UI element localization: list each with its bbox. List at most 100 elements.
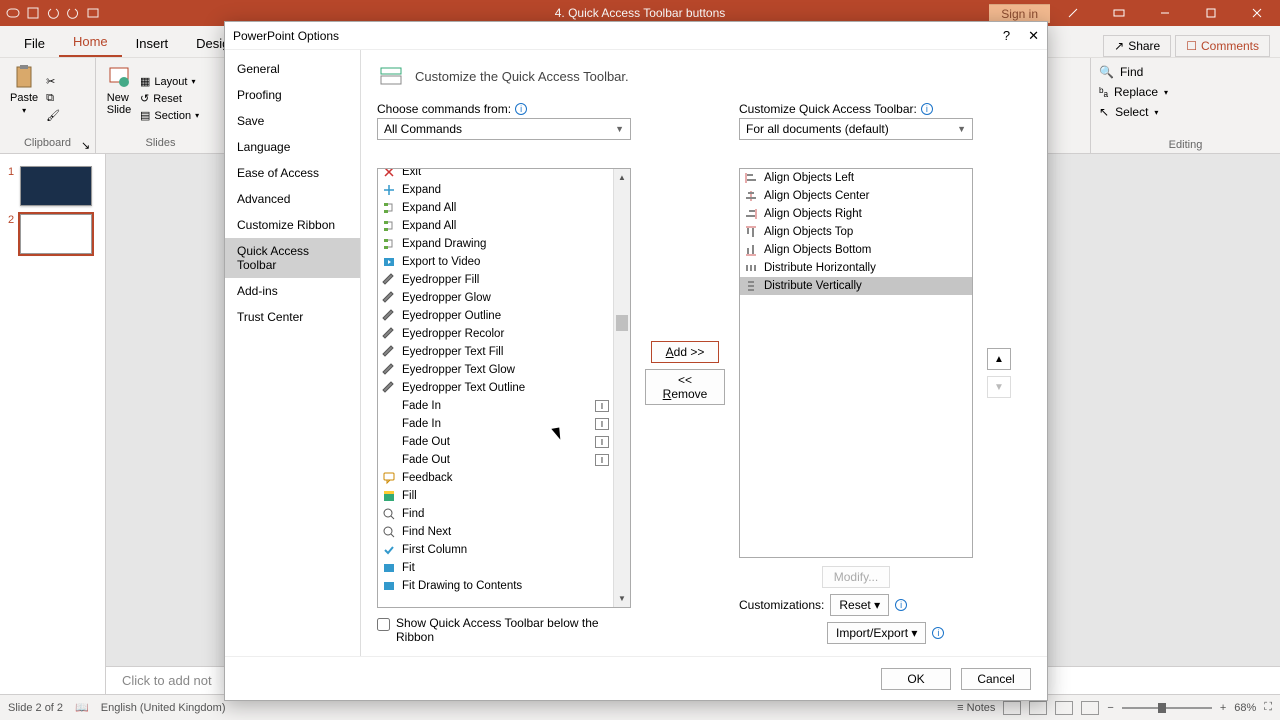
dialog-nav-item[interactable]: Trust Center [225,304,360,330]
choose-commands-label: Choose commands from: [377,102,511,116]
blank-icon [382,399,396,413]
options-dialog: PowerPoint Options ? ✕ GeneralProofingSa… [224,21,1048,701]
scroll-down-button[interactable]: ▼ [614,590,630,607]
dv-icon [744,279,758,293]
command-list-item[interactable]: Eyedropper Text Glow [378,361,613,379]
info-icon[interactable]: i [932,627,944,639]
show-below-ribbon-checkbox[interactable] [377,618,390,631]
check-icon [382,543,396,557]
blank-icon [382,453,396,467]
command-list-item[interactable]: Eyedropper Fill [378,271,613,289]
chevron-down-icon: ▼ [957,124,966,134]
info-icon[interactable]: i [895,599,907,611]
fit-icon [382,561,396,575]
command-list-item[interactable]: Eyedropper Glow [378,289,613,307]
move-down-button: ▼ [987,376,1011,398]
ac-icon [744,189,758,203]
customizations-label: Customizations: [739,598,824,612]
pen-icon [382,309,396,323]
qat-list-item[interactable]: Align Objects Bottom [740,241,972,259]
dialog-nav-item[interactable]: Quick Access Toolbar [225,238,360,278]
command-list-item[interactable]: Eyedropper Recolor [378,325,613,343]
command-list-item[interactable]: Expand All [378,217,613,235]
command-list-item[interactable]: Fade OutI [378,433,613,451]
dialog-nav-item[interactable]: Customize Ribbon [225,212,360,238]
scroll-up-button[interactable]: ▲ [614,169,630,186]
help-button[interactable]: ? [1003,28,1010,44]
command-list-item[interactable]: Fill [378,487,613,505]
pen-icon [382,273,396,287]
import-export-dropdown[interactable]: Import/Export ▾ [827,622,926,644]
command-list-item[interactable]: Export to Video [378,253,613,271]
command-list-item[interactable]: Feedback [378,469,613,487]
dialog-header: Customize the Quick Access Toolbar. [415,69,629,84]
fit-icon [382,579,396,593]
dh-icon [744,261,758,275]
video-icon [382,255,396,269]
commands-listbox[interactable]: ExitExpandExpand AllExpand AllExpand Dra… [377,168,631,608]
cancel-button[interactable]: Cancel [961,668,1031,690]
scroll-thumb[interactable] [616,315,628,331]
chat-icon [382,471,396,485]
command-list-item[interactable]: Fade InI [378,415,613,433]
qat-list-item[interactable]: Align Objects Left [740,169,972,187]
blank-icon [382,417,396,431]
al-icon [744,171,758,185]
command-list-item[interactable]: Fade InI [378,397,613,415]
command-list-item[interactable]: First Column [378,541,613,559]
dialog-nav-item[interactable]: Advanced [225,186,360,212]
qat-list-item[interactable]: Align Objects Center [740,187,972,205]
customize-qat-label: Customize Quick Access Toolbar: [739,102,917,116]
ab-icon [744,243,758,257]
dialog-footer: OK Cancel [225,656,1047,700]
tree-icon [382,237,396,251]
dialog-nav-item[interactable]: Save [225,108,360,134]
command-list-item[interactable]: Fit [378,559,613,577]
qat-list-item[interactable]: Align Objects Right [740,205,972,223]
ar-icon [744,207,758,221]
command-list-item[interactable]: Eyedropper Text Fill [378,343,613,361]
choose-commands-dropdown[interactable]: All Commands▼ [377,118,631,140]
qat-listbox[interactable]: Align Objects LeftAlign Objects CenterAl… [739,168,973,558]
dialog-nav-item[interactable]: Add-ins [225,278,360,304]
input-indicator-icon: I [595,436,609,448]
command-list-item[interactable]: Expand All [378,199,613,217]
dialog-title: PowerPoint Options [233,29,339,43]
ok-button[interactable]: OK [881,668,951,690]
info-icon[interactable]: i [921,103,933,115]
pen-icon [382,327,396,341]
scrollbar[interactable]: ▲ ▼ [613,169,630,607]
remove-button[interactable]: << Remove [645,369,725,405]
pen-icon [382,363,396,377]
command-list-item[interactable]: Eyedropper Outline [378,307,613,325]
fill-icon [382,489,396,503]
reset-dropdown[interactable]: Reset ▾ [830,594,889,616]
add-button[interactable]: Add >> [651,341,719,363]
command-list-item[interactable]: Eyedropper Text Outline [378,379,613,397]
qat-list-item[interactable]: Align Objects Top [740,223,972,241]
dialog-nav-item[interactable]: Ease of Access [225,160,360,186]
show-below-ribbon-label: Show Quick Access Toolbar below the Ribb… [396,616,606,644]
dialog-nav-item[interactable]: General [225,56,360,82]
dialog-title-bar: PowerPoint Options ? ✕ [225,22,1047,50]
command-list-item[interactable]: Fade OutI [378,451,613,469]
command-list-item[interactable]: Exit [378,168,613,181]
dialog-nav-item[interactable]: Language [225,134,360,160]
qat-list-item[interactable]: Distribute Horizontally [740,259,972,277]
find-icon [382,525,396,539]
tree-icon [382,219,396,233]
command-list-item[interactable]: Fit Drawing to Contents [378,577,613,595]
close-icon[interactable]: ✕ [1028,28,1039,44]
plus-icon [382,183,396,197]
qat-list-item[interactable]: Distribute Vertically [740,277,972,295]
x-icon [382,168,396,179]
qat-icon [377,62,405,90]
move-up-button[interactable]: ▲ [987,348,1011,370]
command-list-item[interactable]: Find [378,505,613,523]
command-list-item[interactable]: Find Next [378,523,613,541]
customize-qat-dropdown[interactable]: For all documents (default)▼ [739,118,973,140]
command-list-item[interactable]: Expand Drawing [378,235,613,253]
command-list-item[interactable]: Expand [378,181,613,199]
dialog-nav-item[interactable]: Proofing [225,82,360,108]
info-icon[interactable]: i [515,103,527,115]
